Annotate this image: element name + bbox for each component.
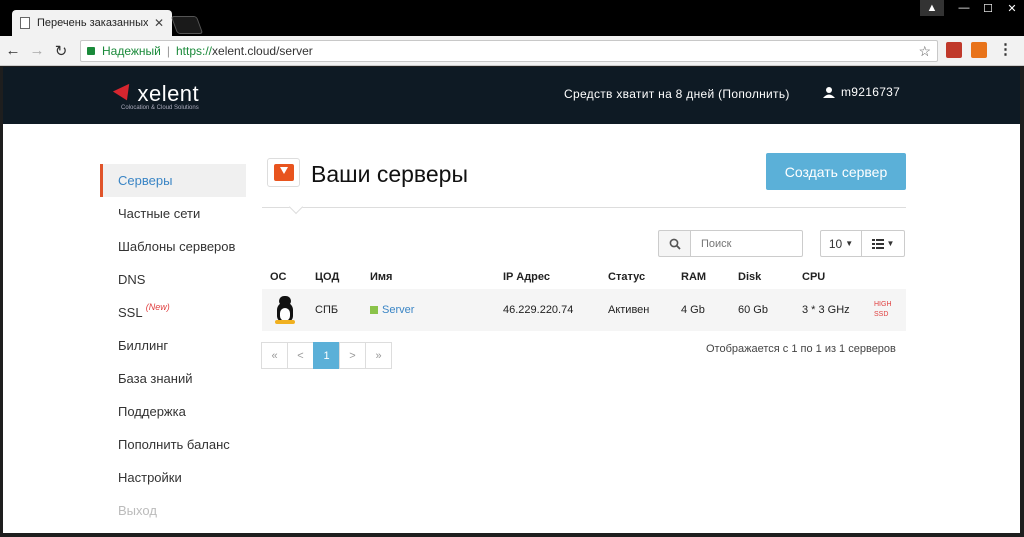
browser-menu-icon[interactable]: ⋮ — [998, 40, 1013, 58]
reload-icon[interactable]: ↻ — [50, 42, 72, 60]
web-page: xelent Colocation & Cloud Solutions Сред… — [3, 67, 1020, 533]
search-input[interactable] — [690, 230, 803, 257]
col-header-disk[interactable]: Disk — [730, 265, 794, 289]
status-dot-icon — [370, 306, 378, 315]
col-header-cpu[interactable]: CPU — [794, 265, 866, 289]
sidebar-nav: Серверы Частные сети Шаблоны серверов DN… — [100, 164, 246, 527]
sidebar-item-top-up[interactable]: Пополнить баланс — [100, 428, 246, 461]
lock-icon — [87, 47, 95, 55]
user-menu[interactable]: m9216737 — [823, 85, 900, 99]
document-icon — [20, 17, 30, 29]
sidebar-item-settings[interactable]: Настройки — [100, 461, 246, 494]
cell-disk: 60 Gb — [730, 289, 794, 331]
col-header-name[interactable]: Имя — [362, 265, 495, 289]
sidebar-item-billing[interactable]: Биллинг — [100, 329, 246, 362]
maximize-icon[interactable]: ☐ — [976, 0, 1000, 16]
close-window-icon[interactable]: ✕ — [1000, 0, 1024, 16]
table-header-row: ОС ЦОД Имя IP Адрес Статус RAM Disk CPU — [262, 265, 906, 289]
profile-icon[interactable]: ▲ — [920, 0, 944, 16]
sidebar-item-servers[interactable]: Серверы — [100, 164, 246, 197]
col-header-ram[interactable]: RAM — [673, 265, 730, 289]
new-tab-button[interactable] — [170, 16, 204, 34]
browser-window: Перечень заказанных с ✕ ▲ — ☐ ✕ ← → ↻ На… — [0, 0, 1024, 537]
server-name-link[interactable]: Server — [382, 304, 414, 316]
cell-status: Активен — [600, 289, 673, 331]
tab-title: Перечень заказанных с — [37, 17, 148, 29]
tab-strip: Перечень заказанных с ✕ ▲ — ☐ ✕ — [0, 0, 1024, 36]
servers-table: ОС ЦОД Имя IP Адрес Статус RAM Disk CPU — [262, 265, 906, 331]
sidebar-item-knowledge-base[interactable]: База знаний — [100, 362, 246, 395]
extension-icon[interactable] — [971, 42, 987, 58]
minimize-icon[interactable]: — — [952, 0, 976, 16]
bookmark-star-icon[interactable]: ☆ — [918, 43, 931, 60]
cell-tags: HIGH SSD — [866, 289, 906, 331]
page-title: Ваши серверы — [311, 161, 468, 187]
browser-toolbar: ← → ↻ Надежный | https:// xelent.cloud/s… — [0, 36, 1024, 66]
url-scheme: https:// — [176, 44, 213, 58]
col-header-dc[interactable]: ЦОД — [307, 265, 362, 289]
cell-ram: 4 Gb — [673, 289, 730, 331]
back-icon[interactable]: ← — [2, 42, 24, 59]
balance-link[interactable]: Средств хватит на 8 дней (Пополнить) — [564, 87, 790, 101]
cell-ip: 46.229.220.74 — [495, 289, 600, 331]
cell-cpu: 3 * 3 GHz — [794, 289, 866, 331]
pdf-extension-icon[interactable] — [946, 42, 962, 58]
high-label: HIGH — [874, 301, 892, 308]
new-badge: (New) — [145, 302, 170, 312]
sidebar-item-support[interactable]: Поддержка — [100, 395, 246, 428]
pager-last-button[interactable]: » — [365, 342, 392, 369]
chevron-down-icon: ▼ — [886, 239, 895, 248]
site-logo[interactable]: xelent Colocation & Cloud Solutions — [112, 81, 200, 111]
cell-name: Server — [362, 289, 495, 331]
forward-icon[interactable]: → — [26, 42, 48, 59]
col-header-os[interactable]: ОС — [262, 265, 307, 289]
title-divider — [262, 207, 906, 208]
sidebar-item-server-templates[interactable]: Шаблоны серверов — [100, 230, 246, 263]
servers-download-icon — [267, 158, 300, 187]
logo-mark-icon — [112, 83, 136, 105]
cell-os — [262, 289, 307, 331]
url-path: xelent.cloud/server — [212, 44, 313, 58]
site-header: xelent Colocation & Cloud Solutions Сред… — [3, 67, 1020, 124]
pagination-summary: Отображается с 1 по 1 из 1 серверов — [706, 343, 896, 355]
table-row[interactable]: СПБ Server 46.229.220.74 Активен 4 Gb 60… — [262, 289, 906, 331]
column-view-dropdown[interactable]: ▼ — [861, 230, 905, 257]
pager-first-button[interactable]: « — [261, 342, 288, 369]
search-button[interactable] — [658, 230, 691, 257]
page-size-dropdown[interactable]: 10 ▼ — [820, 230, 862, 257]
divider-notch — [288, 199, 304, 215]
pager-page-1[interactable]: 1 — [313, 342, 340, 369]
sidebar-item-logout[interactable]: Выход — [100, 494, 246, 527]
window-controls: ▲ — ☐ ✕ — [920, 0, 1024, 16]
address-separator: | — [166, 44, 170, 58]
sidebar-item-dns[interactable]: DNS — [100, 263, 246, 296]
address-bar[interactable]: Надежный | https:// xelent.cloud/server … — [80, 40, 938, 62]
sidebar-item-private-networks[interactable]: Частные сети — [100, 197, 246, 230]
secure-label: Надежный — [102, 44, 161, 58]
col-header-tags — [866, 265, 906, 289]
username: m9216737 — [841, 85, 901, 99]
sidebar-item-ssl[interactable]: SSL (New) — [100, 296, 246, 329]
logo-text: xelent — [137, 81, 200, 106]
pagination: « < 1 > » — [261, 342, 392, 369]
sidebar-item-ssl-label: SSL — [118, 305, 143, 320]
search-icon — [669, 238, 681, 250]
col-header-ip[interactable]: IP Адрес — [495, 265, 600, 289]
chevron-down-icon: ▼ — [845, 239, 854, 248]
pager-prev-button[interactable]: < — [287, 342, 314, 369]
logo-subtitle: Colocation & Cloud Solutions — [121, 105, 199, 111]
linux-tux-icon — [274, 296, 296, 324]
col-header-status[interactable]: Статус — [600, 265, 673, 289]
create-server-button[interactable]: Создать сервер — [766, 153, 906, 190]
user-icon — [823, 87, 835, 98]
list-view-icon — [871, 238, 884, 249]
tab-close-icon[interactable]: ✕ — [154, 16, 164, 30]
ssd-label: SSD — [874, 311, 889, 318]
browser-tab[interactable]: Перечень заказанных с ✕ — [12, 10, 172, 36]
page-size-value: 10 — [828, 236, 843, 251]
cell-dc: СПБ — [307, 289, 362, 331]
pager-next-button[interactable]: > — [339, 342, 366, 369]
window-right-border — [1020, 67, 1024, 537]
